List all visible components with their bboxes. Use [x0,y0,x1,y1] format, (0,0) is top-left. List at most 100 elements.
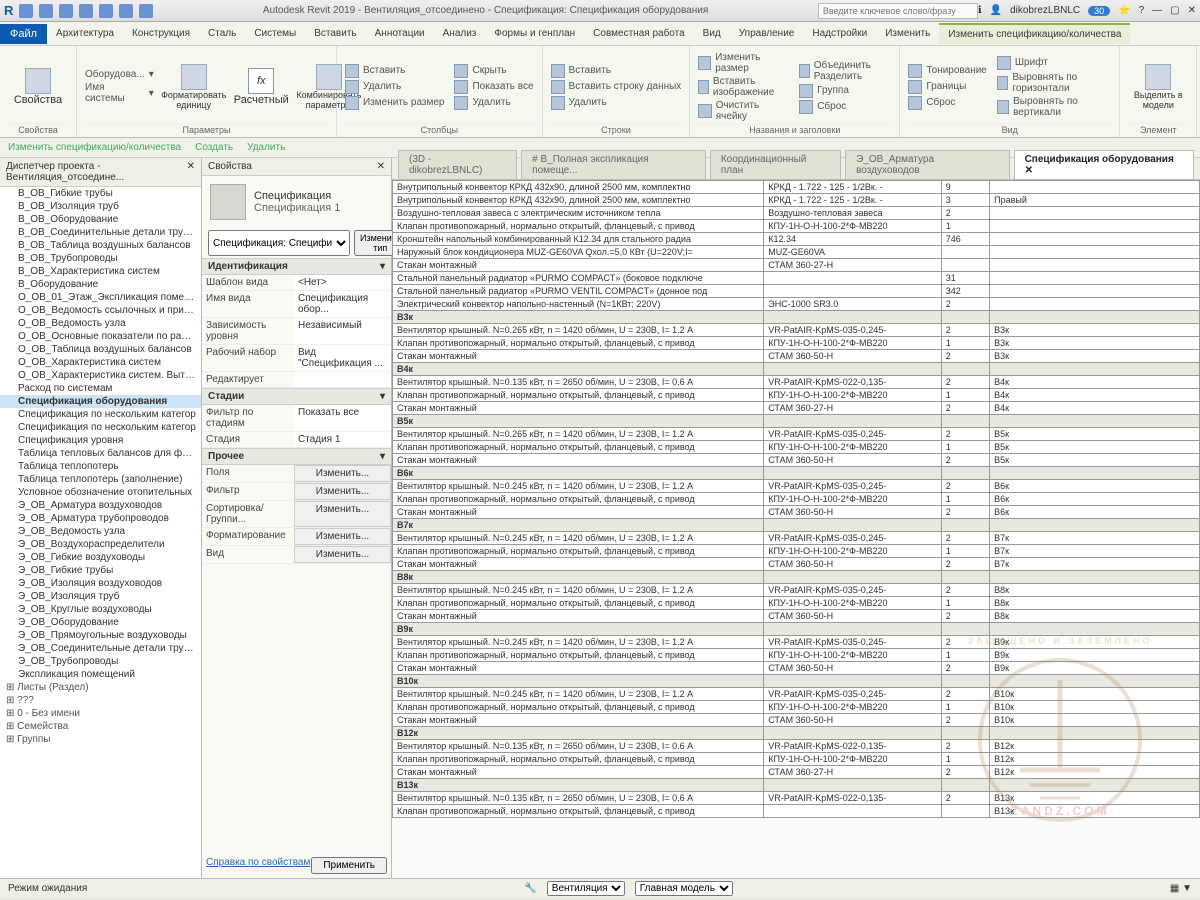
schedule-cell[interactable] [764,415,942,428]
col-insert-button[interactable]: Вставить [345,64,444,78]
schedule-cell[interactable]: 1 [941,545,989,558]
schedule-cell[interactable]: В4к [990,376,1200,389]
view-tab[interactable]: Э_ОВ_Арматура воздуховодов [845,150,1009,179]
schedule-cell[interactable] [764,623,942,636]
schedule-cell[interactable]: Стальной панельный радиатор «PURMO COMPA… [393,272,764,285]
schedule-cell[interactable] [941,363,989,376]
schedule-cell[interactable]: В9к [990,662,1200,675]
schedule-cell[interactable]: 2 [941,402,989,415]
row-delete-button[interactable]: Удалить [551,96,682,110]
schedule-cell[interactable]: Воздушно-тепловая завеса [764,207,942,220]
row-insert-button[interactable]: Вставить [551,64,682,78]
schedule-cell[interactable]: СТАМ 360-27-Н [764,259,942,272]
property-value[interactable]: Изменить... [294,501,391,527]
schedule-cell[interactable] [764,805,942,818]
menu-tab[interactable]: Вставить [305,24,365,43]
browser-item[interactable]: Спецификация по нескольким категор [0,408,201,421]
user-name[interactable]: dikobrezLBNLC [1010,5,1080,16]
schedule-group-header[interactable]: В5к [393,415,1200,428]
browser-item[interactable]: О_ОВ_Характеристика систем [0,356,201,369]
schedule-cell[interactable] [990,779,1200,792]
browser-item[interactable]: Спецификация оборудования [0,395,201,408]
browser-item[interactable]: В_Оборудование [0,278,201,291]
calculated-button[interactable]: fxРасчетный [234,50,289,123]
schedule-cell[interactable] [990,675,1200,688]
schedule-cell[interactable]: В8к [990,610,1200,623]
minimize-icon[interactable]: — [1152,5,1162,16]
maximize-icon[interactable]: ▢ [1170,5,1179,16]
schedule-row[interactable]: Электрический конвектор напольно-настенн… [393,298,1200,311]
schedule-row[interactable]: Стальной панельный радиатор «PURMO VENTI… [393,285,1200,298]
schedule-cell[interactable] [941,571,989,584]
schedule-cell[interactable]: КПУ-1Н-О-Н-100-2*Ф-МВ220 [764,753,942,766]
schedule-cell[interactable] [764,779,942,792]
schedule-cell[interactable]: В5к [393,415,764,428]
schedule-row[interactable]: Наружный блок кондиционера MUZ-GE60VA Qх… [393,246,1200,259]
browser-category[interactable]: ⊞ 0 - Без имени [0,707,201,720]
schedule-cell[interactable]: В3к [393,311,764,324]
schedule-cell[interactable]: В7к [393,519,764,532]
schedule-row[interactable]: Клапан противопожарный, нормально открыт… [393,753,1200,766]
browser-item[interactable]: О_ОВ_Ведомость ссылочных и прилаг [0,304,201,317]
schedule-cell[interactable] [764,311,942,324]
schedule-row[interactable]: Клапан противопожарный, нормально открыт… [393,441,1200,454]
schedule-cell[interactable]: 2 [941,532,989,545]
qat-undo-icon[interactable] [59,4,73,18]
schedule-cell[interactable]: 2 [941,766,989,779]
schedule-cell[interactable]: В12к [990,740,1200,753]
title-reset-button[interactable]: Сброс [799,100,891,114]
schedule-cell[interactable] [941,727,989,740]
browser-item[interactable]: О_ОВ_Ведомость узла [0,317,201,330]
schedule-cell[interactable]: 1 [941,649,989,662]
help-icon[interactable]: ? [1139,5,1145,16]
browser-item[interactable]: В_ОВ_Характеристика систем [0,265,201,278]
schedule-cell[interactable] [941,805,989,818]
qat-open-icon[interactable] [19,4,33,18]
browser-item[interactable]: Э_ОВ_Соединительные детали трубопр [0,642,201,655]
schedule-row[interactable]: Вентилятор крышный. N=0.245 кВт, n = 142… [393,584,1200,597]
schedule-cell[interactable] [990,272,1200,285]
schedule-cell[interactable]: СТАМ 360-27-Н [764,402,942,415]
schedule-cell[interactable]: 2 [941,324,989,337]
schedule-cell[interactable] [990,233,1200,246]
view-reset-button[interactable]: Сброс [908,96,987,110]
schedule-cell[interactable]: СТАМ 360-50-Н [764,662,942,675]
schedule-cell[interactable]: КРКД - 1.722 - 125 - 1/2Вк. - [764,194,942,207]
schedule-group-header[interactable]: В9к [393,623,1200,636]
schedule-row[interactable]: Клапан противопожарный, нормально открыт… [393,701,1200,714]
schedule-group-header[interactable]: В13к [393,779,1200,792]
schedule-cell[interactable]: В10к [990,701,1200,714]
search-input[interactable] [818,3,978,19]
schedule-row[interactable]: Клапан противопожарный, нормально открыт… [393,493,1200,506]
browser-item[interactable]: О_ОВ_Таблица воздушных балансов [0,343,201,356]
schedule-cell[interactable]: 1 [941,493,989,506]
schedule-cell[interactable]: В5к [990,441,1200,454]
schedule-row[interactable]: Клапан противопожарный, нормально открыт… [393,597,1200,610]
title-clear-button[interactable]: Очистить ячейку [698,100,789,122]
col-resize-button[interactable]: Изменить размер [345,96,444,110]
schedule-cell[interactable] [764,519,942,532]
workset-icon[interactable]: 🔧 [524,883,536,894]
browser-item[interactable]: Э_ОВ_Прямоугольные воздуховоды [0,629,201,642]
properties-button[interactable]: Свойства [8,50,68,123]
qat-redo-icon[interactable] [79,4,93,18]
browser-item[interactable]: Э_ОВ_Ведомость узла [0,525,201,538]
schedule-cell[interactable]: VR-PatAIR-KpMS-035-0,245- [764,584,942,597]
schedule-cell[interactable]: В9к [990,636,1200,649]
browser-item[interactable]: Э_ОВ_Трубопроводы [0,655,201,668]
schedule-cell[interactable]: В9к [393,623,764,636]
browser-tree[interactable]: В_ОВ_Гибкие трубыВ_ОВ_Изоляция трубВ_ОВ_… [0,187,201,878]
title-image-button[interactable]: Вставить изображение [698,76,789,98]
browser-item[interactable]: Э_ОВ_Воздухораспределители [0,538,201,551]
schedule-row[interactable]: Внутрипольный конвектор КРКД 432х90, дли… [393,181,1200,194]
context-new[interactable]: Создать [195,142,233,153]
schedule-cell[interactable]: Электрический конвектор напольно-настенн… [393,298,764,311]
schedule-cell[interactable] [764,727,942,740]
schedule-row[interactable]: Вентилятор крышный. N=0.265 кВт, n = 142… [393,324,1200,337]
schedule-cell[interactable]: VR-PatAIR-KpMS-035-0,245- [764,636,942,649]
favorite-icon[interactable]: ⭐ [1118,5,1130,16]
schedule-cell[interactable]: В13к [393,779,764,792]
schedule-cell[interactable]: 2 [941,428,989,441]
schedule-cell[interactable]: КПУ-1Н-О-Н-100-2*Ф-МВ220 [764,493,942,506]
schedule-cell[interactable]: 2 [941,350,989,363]
